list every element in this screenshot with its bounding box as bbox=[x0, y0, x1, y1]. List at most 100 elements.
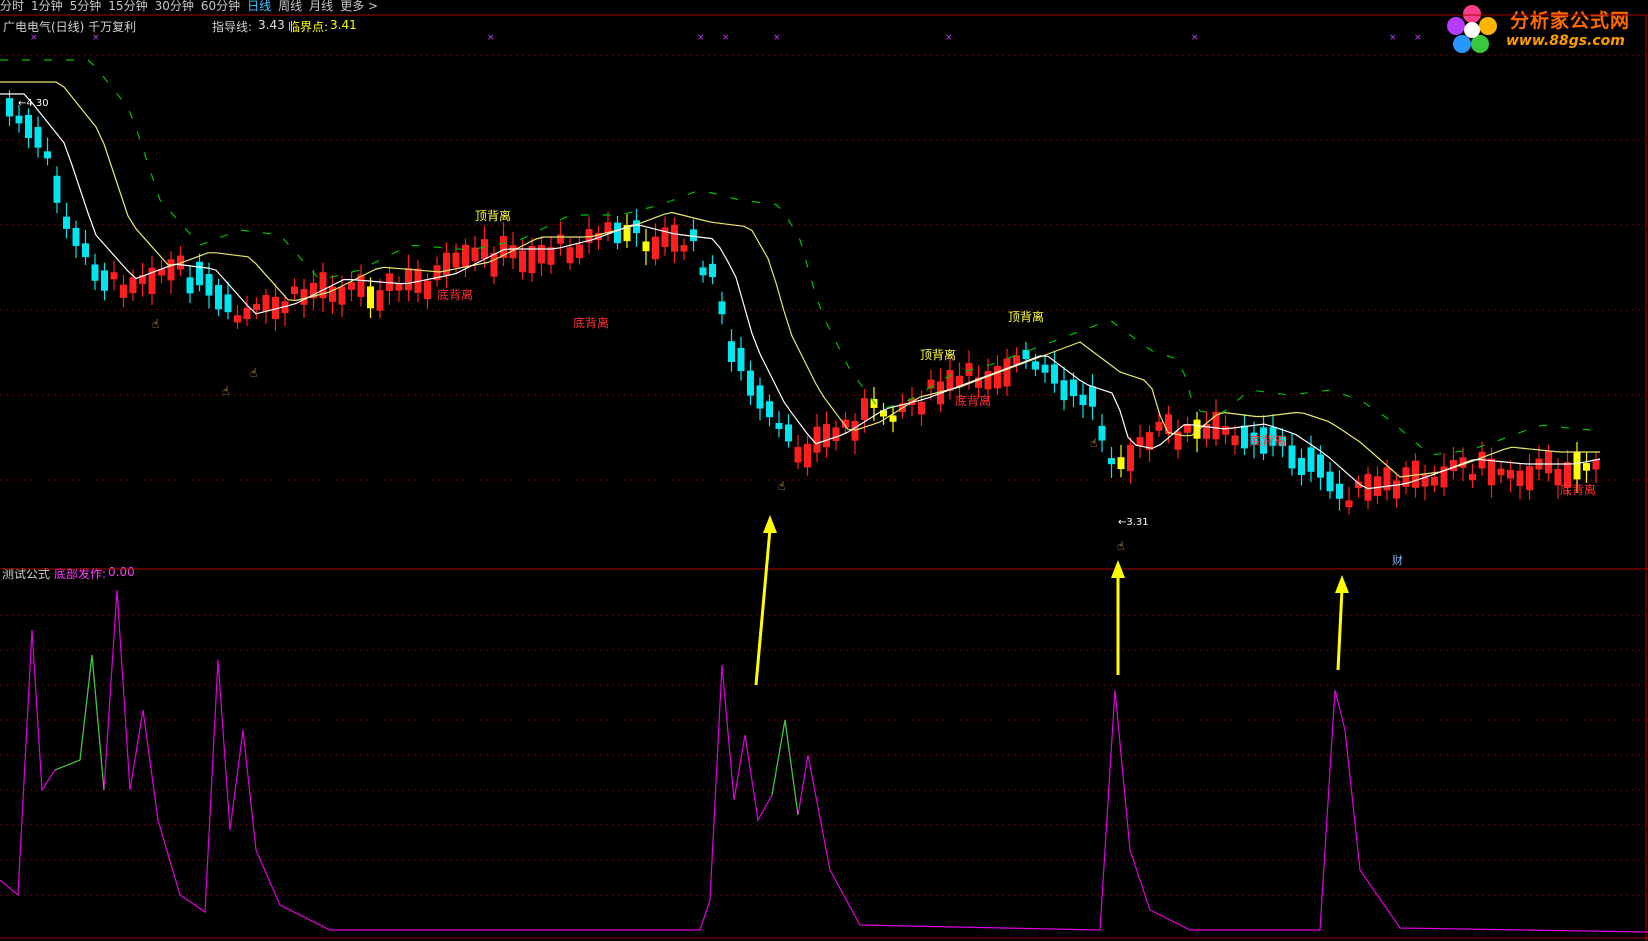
candle-body bbox=[205, 274, 213, 296]
cross-marker: × bbox=[1389, 33, 1397, 43]
candle-body bbox=[1374, 476, 1381, 496]
hand-icon: ☝ bbox=[1117, 539, 1124, 553]
candle-body bbox=[338, 286, 346, 305]
candle-body bbox=[376, 290, 384, 311]
candle-body bbox=[291, 286, 298, 295]
candle-body bbox=[262, 295, 270, 312]
indicator-line bbox=[0, 589, 1648, 933]
candle-body bbox=[946, 370, 954, 391]
candle-body bbox=[870, 398, 878, 408]
candle-body bbox=[557, 234, 564, 244]
candle-body bbox=[129, 277, 137, 294]
candle-body bbox=[15, 115, 23, 124]
candle-body bbox=[72, 227, 80, 246]
candle-body bbox=[1307, 447, 1315, 472]
candle-body bbox=[642, 241, 650, 252]
candle-body bbox=[1516, 470, 1524, 487]
top-divergence-label: 顶背离 bbox=[920, 347, 956, 362]
candle-body bbox=[709, 263, 716, 278]
candle-body bbox=[101, 270, 108, 291]
candle-body bbox=[44, 151, 51, 159]
candle-body bbox=[1450, 460, 1457, 471]
candle-body bbox=[1288, 445, 1296, 469]
candle-body bbox=[566, 247, 574, 264]
candle-body bbox=[1022, 349, 1030, 360]
candle-body bbox=[538, 245, 545, 264]
candle-body bbox=[1592, 459, 1600, 470]
candle-body bbox=[1488, 458, 1495, 486]
candle-body bbox=[91, 264, 99, 281]
cross-marker: × bbox=[945, 33, 953, 43]
signal-arrow-shaft bbox=[754, 528, 772, 686]
candle-body bbox=[1497, 468, 1505, 476]
candle-body bbox=[490, 252, 498, 277]
candle-body bbox=[1431, 476, 1438, 486]
cross-marker: × bbox=[487, 33, 495, 43]
candle-body bbox=[253, 303, 260, 310]
candle-body bbox=[1336, 483, 1343, 499]
candle-body bbox=[1231, 435, 1239, 446]
candle-body bbox=[728, 341, 735, 362]
candle-body bbox=[1127, 444, 1134, 472]
candle-body bbox=[63, 216, 70, 229]
hand-icon: ☝ bbox=[222, 384, 229, 398]
candle-body bbox=[34, 126, 42, 148]
cross-marker: × bbox=[92, 33, 100, 43]
cross-marker: × bbox=[697, 33, 705, 43]
candle-body bbox=[1165, 414, 1172, 434]
candle-body bbox=[1393, 480, 1400, 499]
candle-body bbox=[1060, 380, 1068, 401]
candle-body bbox=[823, 423, 830, 448]
stock-chart[interactable]: × × × × × × × × × × 顶背离顶背离顶背离底背离底背离底背离底背离底背离←4.30… bbox=[0, 0, 1648, 941]
candle-body bbox=[1583, 463, 1590, 471]
candle-body bbox=[528, 246, 536, 274]
candle-body bbox=[766, 401, 773, 418]
candle-body bbox=[1032, 361, 1039, 370]
bottom-divergence-label: 底背离 bbox=[573, 315, 609, 330]
signal-arrow-head bbox=[1335, 575, 1349, 593]
candle-body bbox=[519, 250, 526, 273]
candle-body bbox=[1070, 379, 1077, 397]
candle-body bbox=[699, 267, 707, 276]
bottom-signal-line bbox=[0, 589, 1648, 933]
candle-body bbox=[1469, 474, 1476, 481]
candle-body bbox=[737, 347, 745, 372]
candle-body bbox=[633, 220, 640, 234]
candle-body bbox=[794, 447, 802, 463]
candle-body bbox=[243, 307, 251, 319]
candle-body bbox=[690, 229, 697, 242]
candle-body bbox=[82, 243, 89, 258]
cross-marker: × bbox=[722, 33, 730, 43]
ma-green-dashed-line bbox=[0, 59, 1600, 456]
candle-body bbox=[1317, 454, 1324, 478]
top-divergence-label: 顶背离 bbox=[1008, 309, 1044, 324]
candle-body bbox=[462, 244, 469, 267]
candle-body bbox=[1089, 386, 1096, 407]
candle-body bbox=[1136, 437, 1144, 446]
bottom-divergence-label: 底背离 bbox=[1560, 482, 1596, 497]
candle-body bbox=[671, 224, 678, 252]
candle-body bbox=[1573, 451, 1581, 480]
bottom-signal-segment-green bbox=[771, 719, 799, 816]
cross-marker: × bbox=[1414, 33, 1422, 43]
moving-averages bbox=[0, 59, 1601, 490]
candle-body bbox=[215, 285, 222, 310]
signal-arrow-head bbox=[763, 515, 777, 533]
candle-body bbox=[984, 371, 992, 390]
candle-body bbox=[680, 245, 688, 252]
candle-body bbox=[832, 427, 840, 441]
hand-icon: ☝ bbox=[778, 479, 785, 493]
candle-body bbox=[53, 175, 61, 203]
candle-body bbox=[1117, 457, 1125, 470]
signal-arrows bbox=[754, 515, 1349, 686]
candle-body bbox=[1222, 426, 1229, 435]
candle-body bbox=[395, 283, 403, 291]
candle-body bbox=[167, 259, 175, 281]
cross-marker: × bbox=[773, 33, 781, 43]
candle-body bbox=[424, 280, 431, 300]
candle-body bbox=[1507, 469, 1514, 479]
candle-body bbox=[1108, 458, 1115, 465]
candle-body bbox=[224, 294, 232, 313]
candle-body bbox=[481, 239, 488, 259]
top-divergence-label: 顶背离 bbox=[475, 208, 511, 223]
